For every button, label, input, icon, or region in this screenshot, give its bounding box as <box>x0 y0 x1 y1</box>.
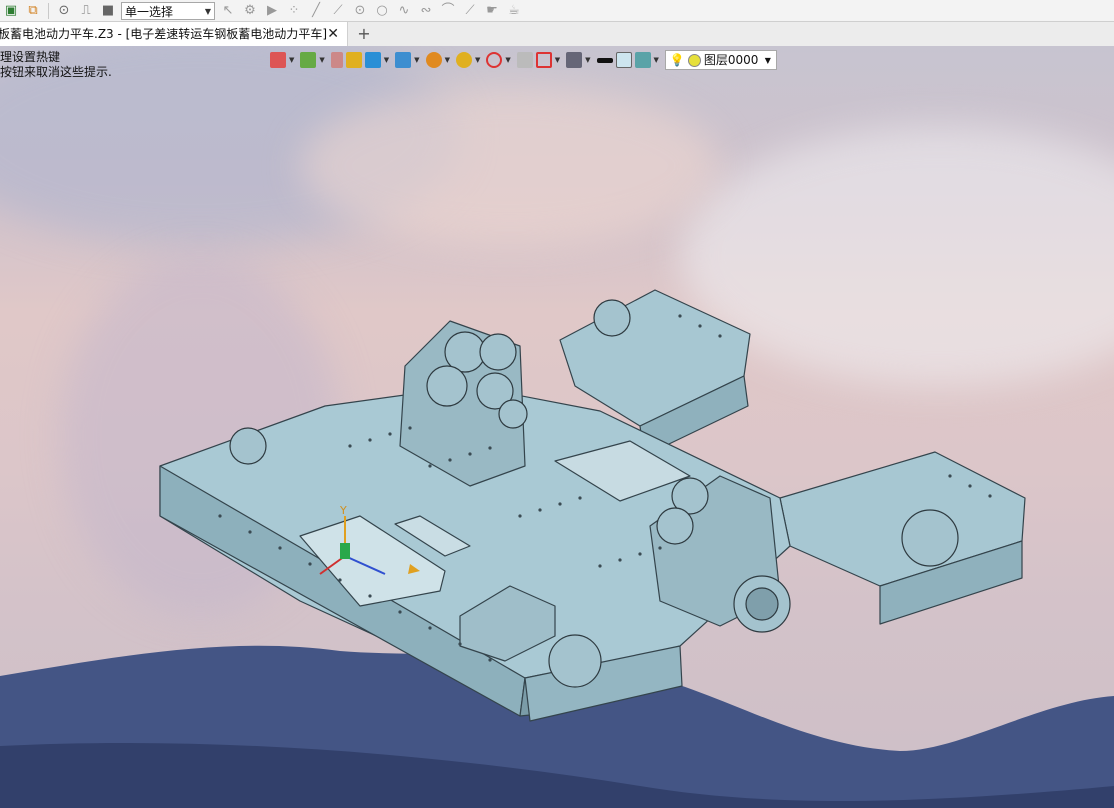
document-tab[interactable]: 板蓄电池动力平车.Z3 - [电子差速转运车钢板蓄电池动力平车] ✕ <box>0 22 348 46</box>
view-toolbar: ▼ ▼ ▼ ▼ ▼ ▼ ▼ ▼ ▼ ▼ 💡 图层0000 ▼ <box>270 50 777 70</box>
target-icon[interactable] <box>486 52 503 68</box>
open-file-icon[interactable]: ⧉ <box>24 2 42 20</box>
chevron-down-icon[interactable]: ▼ <box>445 56 450 64</box>
cad-scene: Y <box>0 289 1114 808</box>
lightbulb-icon: 💡 <box>669 52 685 67</box>
drive-wheel-hub <box>745 587 779 621</box>
pause-icon[interactable]: ⎍ <box>77 2 95 20</box>
window-icon[interactable] <box>516 52 533 68</box>
exit-icon[interactable] <box>270 52 286 68</box>
chevron-down-icon: ▼ <box>764 56 771 65</box>
stop-icon[interactable]: ■ <box>99 2 117 20</box>
selection-mode-value: 单一选择 <box>125 4 174 19</box>
filter-icon[interactable]: ⚙ <box>241 2 259 20</box>
new-tab-plus-icon[interactable]: + <box>356 22 372 46</box>
roller <box>426 365 468 407</box>
close-icon[interactable]: ✕ <box>327 22 339 46</box>
solid-box-icon[interactable] <box>345 52 362 68</box>
filter-wheel-icon[interactable] <box>425 52 442 68</box>
app-icon[interactable]: ▣ <box>2 2 20 20</box>
chevron-down-icon[interactable]: ▼ <box>289 56 294 64</box>
line-style-icon[interactable] <box>596 57 613 63</box>
viewport-3d[interactable]: Y <box>0 46 1114 808</box>
view-cube-icon[interactable] <box>395 52 412 68</box>
layers-icon[interactable] <box>300 52 317 68</box>
layer-stack-icon[interactable] <box>634 52 651 68</box>
chevron-down-icon[interactable]: ▼ <box>475 56 480 64</box>
hint-text: 理设置热键 按钮来取消这些提示. <box>0 50 112 80</box>
layer-select-value: 图层0000 <box>703 52 759 67</box>
top-toolbar: ▣ ⧉ ⊙ ⎍ ■ 单一选择 ▼ ↖ ⚙ ▶ ⁘ ╱ ⟋ ⊙ ○ ∿ ∾ ⌒ ⟋… <box>0 0 1114 22</box>
line-icon[interactable]: ╱ <box>307 2 325 20</box>
draw-icon[interactable]: ⟋ <box>461 2 479 20</box>
layer-color-icon <box>687 53 701 67</box>
hint-line-1: 理设置热键 <box>0 50 61 64</box>
selection-mode-select[interactable]: 单一选择 ▼ <box>121 1 215 20</box>
spline-icon[interactable]: ∿ <box>395 2 413 20</box>
chevron-down-icon[interactable]: ▼ <box>654 56 659 64</box>
mecanum-wheel <box>548 634 602 688</box>
tab-bar: 板蓄电池动力平车.Z3 - [电子差速转运车钢板蓄电池动力平车] ✕ + <box>0 22 1114 47</box>
chevron-down-icon[interactable]: ▼ <box>319 56 324 64</box>
color-swatch-icon[interactable] <box>615 52 632 68</box>
shaded-box-icon[interactable] <box>364 52 381 68</box>
fit-view-icon[interactable] <box>455 52 472 68</box>
line2-icon[interactable]: ⟋ <box>329 2 347 20</box>
toolbar-divider <box>48 2 49 19</box>
circle-center-icon[interactable]: ⊙ <box>351 2 369 20</box>
dish-icon[interactable]: ☕ <box>505 2 523 20</box>
chevron-down-icon[interactable]: ▼ <box>384 56 389 64</box>
layer-select[interactable]: 💡 图层0000 ▼ <box>664 50 777 70</box>
mecanum-wheel <box>593 299 631 337</box>
pen-icon[interactable] <box>330 52 343 68</box>
arc-icon[interactable]: ⌒ <box>439 2 457 20</box>
mecanum-wheel <box>229 427 267 465</box>
points-icon[interactable]: ⁘ <box>285 2 303 20</box>
axis-label-y: Y <box>339 504 347 517</box>
dimension-icon[interactable] <box>535 52 552 68</box>
hint-line-2: 按钮来取消这些提示. <box>0 65 112 79</box>
gear <box>498 399 528 429</box>
chevron-down-icon: ▼ <box>204 6 211 16</box>
chevron-down-icon[interactable]: ▼ <box>505 56 510 64</box>
chevron-down-icon[interactable]: ▼ <box>414 56 419 64</box>
play-icon[interactable]: ▶ <box>263 2 281 20</box>
hand-icon[interactable]: ☛ <box>483 2 501 20</box>
roller <box>479 333 517 371</box>
chevron-down-icon[interactable]: ▼ <box>585 56 590 64</box>
mecanum-wheel <box>901 509 959 567</box>
chevron-down-icon[interactable]: ▼ <box>555 56 560 64</box>
circle-icon[interactable]: ○ <box>373 2 391 20</box>
roller <box>656 507 694 545</box>
display-icon[interactable] <box>566 52 583 68</box>
document-tab-title: 板蓄电池动力平车.Z3 - [电子差速转运车钢板蓄电池动力平车] <box>0 27 327 41</box>
history-icon[interactable]: ⊙ <box>55 2 73 20</box>
curve-icon[interactable]: ∾ <box>417 2 435 20</box>
pointer-icon[interactable]: ↖ <box>219 2 237 20</box>
